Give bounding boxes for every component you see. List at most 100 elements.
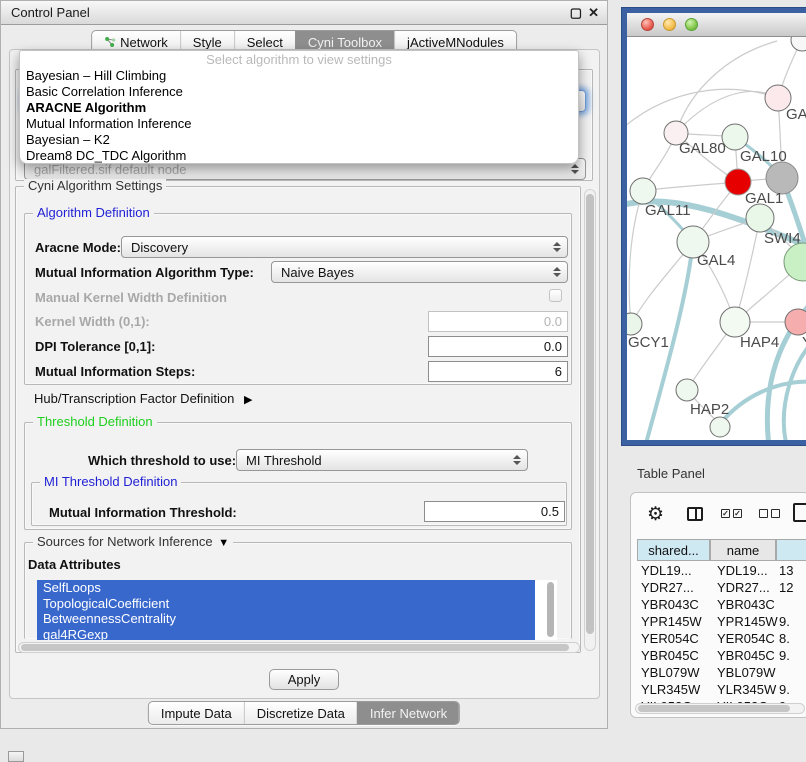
table-row[interactable]: YBL079WYBL079W xyxy=(631,665,806,682)
cell: 12 xyxy=(779,580,793,595)
column-header-name[interactable]: name xyxy=(710,539,776,561)
dropdown-item[interactable]: Bayesian – Hill Climbing xyxy=(20,68,578,84)
application-root: Control Panel ▢ ✕ Network Style Select C… xyxy=(0,0,806,762)
settings-vertical-scrollbar-thumb[interactable] xyxy=(586,194,594,634)
close-window-icon[interactable]: ✕ xyxy=(588,5,599,21)
settings-horizontal-scrollbar[interactable] xyxy=(18,642,580,653)
algorithm-dropdown-list: Select algorithm to view settings Bayesi… xyxy=(19,50,579,164)
minimized-panel-button[interactable] xyxy=(8,751,24,762)
table-row[interactable]: YER054CYER054C8. xyxy=(631,631,806,648)
node[interactable] xyxy=(746,204,774,232)
zoom-traffic-light-icon[interactable] xyxy=(685,18,698,31)
dropdown-item[interactable]: Dream8 DC_TDC Algorithm xyxy=(20,148,578,164)
settings-horizontal-scrollbar-thumb[interactable] xyxy=(21,644,569,651)
node[interactable] xyxy=(720,307,750,337)
hub-factor-label: Hub/Transcription Factor Definition xyxy=(34,391,234,406)
mi-threshold-field[interactable]: 0.5 xyxy=(424,501,565,522)
manual-kernel-label: Manual Kernel Width Definition xyxy=(35,290,227,305)
cell: YDR27... xyxy=(641,580,694,595)
cyni-settings-group-title: Cyni Algorithm Settings xyxy=(24,179,166,193)
node[interactable] xyxy=(710,417,730,437)
which-threshold-value: MI Threshold xyxy=(246,453,322,468)
column-header-shared-name[interactable]: shared... xyxy=(637,539,710,561)
combo-spinner-icon xyxy=(553,242,561,252)
new-table-icon[interactable] xyxy=(793,503,806,522)
node[interactable] xyxy=(791,37,806,51)
minimize-traffic-light-icon[interactable] xyxy=(663,18,676,31)
list-item[interactable]: BetweennessCentrality xyxy=(37,611,535,627)
cell: YLR345W xyxy=(641,682,700,697)
node[interactable] xyxy=(722,124,748,150)
list-item[interactable]: SelfLoops xyxy=(37,580,535,596)
tab-style-label: Style xyxy=(193,35,222,50)
cell: YPR145W xyxy=(717,614,778,629)
manual-kernel-checkbox[interactable] xyxy=(549,289,562,302)
unchecked-columns-icon[interactable] xyxy=(759,509,780,518)
tab-discretize-data-label: Discretize Data xyxy=(257,706,345,721)
edge xyxy=(629,191,643,324)
table-row[interactable]: YBR045CYBR045C9. xyxy=(631,648,806,665)
tab-impute-data[interactable]: Impute Data xyxy=(149,702,244,724)
which-threshold-label: Which threshold to use: xyxy=(88,453,236,468)
sources-group: Sources for Network Inference ▼ Data Att… xyxy=(24,542,572,639)
column-header-partial[interactable]: A xyxy=(776,539,806,561)
sources-group-title[interactable]: Sources for Network Inference ▼ xyxy=(33,535,233,550)
list-item[interactable]: TopologicalCoefficient xyxy=(37,596,535,612)
node-label: GAL4 xyxy=(697,252,735,269)
node-label: GAL11 xyxy=(645,202,691,219)
mi-type-value: Naive Bayes xyxy=(281,265,354,280)
node-label: GAL1 xyxy=(745,190,783,207)
node-pink[interactable] xyxy=(785,309,806,335)
kernel-width-field[interactable]: 0.0 xyxy=(428,311,568,332)
table-horizontal-scrollbar-thumb[interactable] xyxy=(638,705,790,712)
tab-discretize-data[interactable]: Discretize Data xyxy=(244,702,357,724)
tab-jactivemnodules-label: jActiveMNodules xyxy=(407,35,504,50)
checked-columns-icon[interactable]: ✓✓ xyxy=(721,509,742,518)
network-canvas[interactable]: GAL GAL80 GAL10 GAL1 GAL11 SWI4 GAL4 GCY… xyxy=(627,37,806,440)
node-label: GAL xyxy=(786,106,806,123)
split-columns-icon[interactable] xyxy=(687,507,703,521)
float-window-icon[interactable]: ▢ xyxy=(570,5,582,21)
table-row[interactable]: YBR043CYBR043C xyxy=(631,597,806,614)
list-vertical-scrollbar-thumb[interactable] xyxy=(547,582,554,637)
gear-icon[interactable]: ⚙ xyxy=(647,503,664,526)
table-row[interactable]: YDR27...YDR27...12 xyxy=(631,580,806,597)
dropdown-item-highlighted[interactable]: ARACNE Algorithm xyxy=(20,100,578,116)
table-panel-card: ⚙ ✓✓ shared... name A YDL19...YDL19...13… xyxy=(630,492,806,718)
list-item[interactable]: gal4RGexp xyxy=(37,627,535,641)
which-threshold-combobox[interactable]: MI Threshold xyxy=(236,449,528,471)
settings-vertical-scrollbar[interactable] xyxy=(584,189,596,651)
node[interactable] xyxy=(676,379,698,401)
dropdown-item[interactable]: Basic Correlation Inference xyxy=(20,84,578,100)
edge xyxy=(720,382,806,424)
tab-select-label: Select xyxy=(247,35,283,50)
node[interactable] xyxy=(627,313,642,335)
hub-factor-expander[interactable]: Hub/Transcription Factor Definition ▶ xyxy=(34,391,252,406)
table-row[interactable]: YPR145WYPR145W9. xyxy=(631,614,806,631)
dropdown-item[interactable]: Mutual Information Inference xyxy=(20,116,578,132)
cell: YBR045C xyxy=(717,648,775,663)
mi-steps-label: Mutual Information Steps: xyxy=(35,364,195,379)
dpi-tolerance-field[interactable]: 0.0 xyxy=(428,336,568,357)
table-row[interactable]: YLR345WYLR345W9. xyxy=(631,682,806,699)
combo-spinner-icon xyxy=(571,164,579,174)
cell: YDL19... xyxy=(641,563,692,578)
apply-button[interactable]: Apply xyxy=(269,669,339,690)
dropdown-item[interactable]: Bayesian – K2 xyxy=(20,132,578,148)
tab-network-label: Network xyxy=(120,35,168,50)
cyni-algorithm-settings-group: Cyni Algorithm Settings Algorithm Defini… xyxy=(15,186,581,653)
aracne-mode-combobox[interactable]: Discovery xyxy=(121,236,568,258)
cell: YDL19... xyxy=(717,563,768,578)
node[interactable] xyxy=(784,243,806,281)
mi-threshold-definition-title: MI Threshold Definition xyxy=(40,475,181,489)
table-row[interactable]: YDL19...YDL19...13 xyxy=(631,563,806,580)
mi-threshold-definition-group: MI Threshold Definition Mutual Informati… xyxy=(31,482,567,526)
network-view-window[interactable]: GAL GAL80 GAL10 GAL1 GAL11 SWI4 GAL4 GCY… xyxy=(622,8,806,445)
close-traffic-light-icon[interactable] xyxy=(641,18,654,31)
mi-type-combobox[interactable]: Naive Bayes xyxy=(271,261,568,283)
mi-steps-field[interactable]: 6 xyxy=(428,361,568,382)
node-label: GAL10 xyxy=(740,148,787,165)
node[interactable] xyxy=(630,178,656,204)
tab-infer-network[interactable]: Infer Network xyxy=(357,702,459,724)
table-horizontal-scrollbar[interactable] xyxy=(635,703,805,714)
